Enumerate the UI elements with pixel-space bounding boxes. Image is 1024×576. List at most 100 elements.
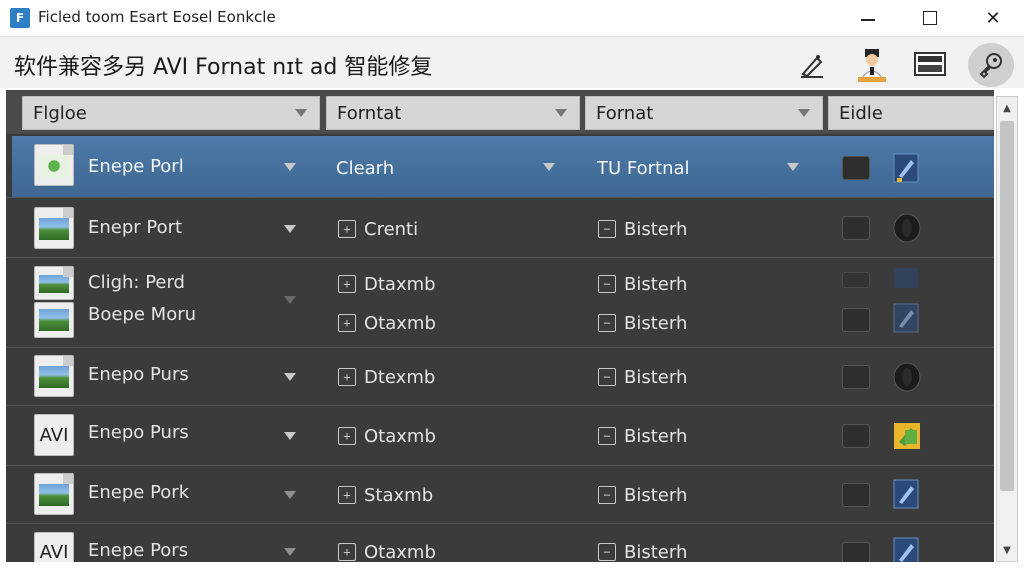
target-format: Bisterh [624, 542, 688, 562]
chevron-down-icon [295, 109, 307, 117]
avi-file-icon: AVI [34, 532, 74, 562]
source-format: Dtaxmb [364, 274, 436, 295]
avi-file-icon: AVI [34, 414, 74, 456]
minimize-icon [861, 19, 875, 21]
checkbox[interactable] [842, 216, 870, 240]
file-type-label: AVI [39, 424, 69, 446]
format-icon: − [598, 486, 616, 504]
display-button[interactable] [908, 45, 952, 85]
column-header-target-format[interactable]: Fornat [585, 96, 823, 130]
table-row[interactable]: Cligh: Perd Boepe Moru + Dtaxmb + Otaxmb… [6, 258, 994, 348]
table-row[interactable]: Enepe Porl Clearh TU Fortnal [6, 136, 994, 198]
column-header-edit[interactable]: Eidle [828, 96, 994, 130]
file-type-label: AVI [39, 541, 69, 563]
image-file-icon [34, 355, 74, 397]
format-icon: + [338, 368, 356, 386]
table-row[interactable]: AVI Enepe Pors + Otaxmb − Bisterh [6, 524, 994, 562]
monitor-icon [914, 52, 946, 76]
toolbar: 软件兼容多另 AVI Fornat nɪt ad 智能修复 [0, 36, 1024, 88]
chevron-down-icon[interactable] [787, 163, 799, 171]
maximize-button[interactable] [912, 4, 948, 32]
edit-file-icon[interactable] [891, 266, 923, 288]
checkbox[interactable] [842, 542, 870, 562]
chevron-down-icon[interactable] [284, 163, 296, 171]
checkbox[interactable] [842, 365, 870, 389]
checkbox[interactable] [842, 483, 870, 507]
edit-button[interactable] [790, 45, 834, 85]
image-file-icon [34, 302, 74, 338]
file-name: Boepe Moru [88, 304, 197, 325]
source-format: Dtexmb [364, 367, 436, 388]
format-icon: + [338, 220, 356, 238]
disc-icon[interactable] [891, 212, 923, 244]
table-row[interactable]: Enepr Port + Crenti − Bisterh [6, 198, 994, 258]
image-file-icon [34, 207, 74, 249]
format-icon: − [598, 314, 616, 332]
vertical-scrollbar[interactable]: ▲ ▼ [996, 96, 1018, 562]
image-file-icon [34, 473, 74, 515]
checkbox[interactable] [842, 156, 870, 180]
scroll-up-icon[interactable]: ▲ [997, 99, 1017, 117]
maximize-icon [923, 11, 937, 25]
edit-file-icon[interactable] [891, 478, 923, 510]
user-icon [858, 49, 886, 82]
target-format: Bisterh [624, 219, 688, 240]
column-label: Forntat [337, 102, 402, 124]
app-heading: 软件兼容多另 AVI Fornat nɪt ad 智能修复 [14, 55, 433, 80]
chevron-down-icon[interactable] [284, 548, 296, 556]
format-icon: − [598, 275, 616, 293]
chevron-down-icon[interactable] [543, 163, 555, 171]
table-row[interactable]: Enepo Purs + Dtexmb − Bisterh [6, 348, 994, 406]
title-bar: F Ficled toom Esart Eosel Eonkcle ✕ [0, 0, 1024, 36]
user-button[interactable] [850, 45, 894, 85]
chevron-down-icon[interactable] [284, 225, 296, 233]
table-row[interactable]: AVI Enepo Purs + Otaxmb − Bisterh [6, 406, 994, 466]
image-file-icon [34, 266, 74, 300]
source-format: Staxmb [364, 485, 434, 506]
target-format: Bisterh [624, 274, 688, 295]
chevron-down-icon[interactable] [284, 491, 296, 499]
disc-icon[interactable] [891, 361, 923, 393]
source-format: Clearh [336, 158, 395, 179]
checkbox[interactable] [842, 272, 870, 288]
target-format: Bisterh [624, 426, 688, 447]
edit-file-icon[interactable] [891, 536, 923, 562]
column-label: Flgloe [33, 102, 87, 124]
source-format: Otaxmb [364, 313, 436, 334]
chevron-down-icon [798, 109, 810, 117]
app-icon: F [10, 8, 30, 28]
settings-button[interactable] [968, 43, 1014, 87]
file-name: Enepe Pors [88, 540, 189, 561]
column-header-format[interactable]: Forntat [326, 96, 580, 130]
file-name: Enepo Purs [88, 364, 189, 385]
chevron-down-icon[interactable] [284, 432, 296, 440]
key-settings-icon [979, 53, 1002, 79]
close-button[interactable]: ✕ [975, 4, 1011, 32]
format-icon: + [338, 427, 356, 445]
column-header-file[interactable]: Flgloe [22, 96, 320, 130]
file-name: Cligh: Perd [88, 272, 185, 293]
source-format: Otaxmb [364, 426, 436, 447]
chevron-down-icon[interactable] [284, 373, 296, 381]
format-icon: − [598, 220, 616, 238]
checkbox[interactable] [842, 308, 870, 332]
green-edit-icon[interactable] [891, 420, 923, 452]
source-format: Crenti [364, 219, 419, 240]
scroll-thumb[interactable] [1000, 121, 1014, 491]
target-format: Bisterh [624, 367, 688, 388]
table-row[interactable]: Enepe Pork + Staxmb − Bisterh [6, 466, 994, 524]
format-icon: + [338, 543, 356, 561]
edit-file-icon[interactable] [891, 152, 923, 184]
column-label: Fornat [596, 102, 654, 124]
target-format: Bisterh [624, 485, 688, 506]
checkbox[interactable] [842, 424, 870, 448]
format-icon: − [598, 368, 616, 386]
scroll-down-icon[interactable]: ▼ [997, 541, 1017, 559]
image-file-icon [34, 144, 74, 186]
format-icon: + [338, 486, 356, 504]
target-format: Bisterh [624, 313, 688, 334]
file-name: Enepe Porl [88, 156, 184, 177]
edit-file-icon[interactable] [891, 302, 923, 334]
minimize-button[interactable] [850, 4, 886, 32]
chevron-down-icon[interactable] [284, 296, 296, 304]
